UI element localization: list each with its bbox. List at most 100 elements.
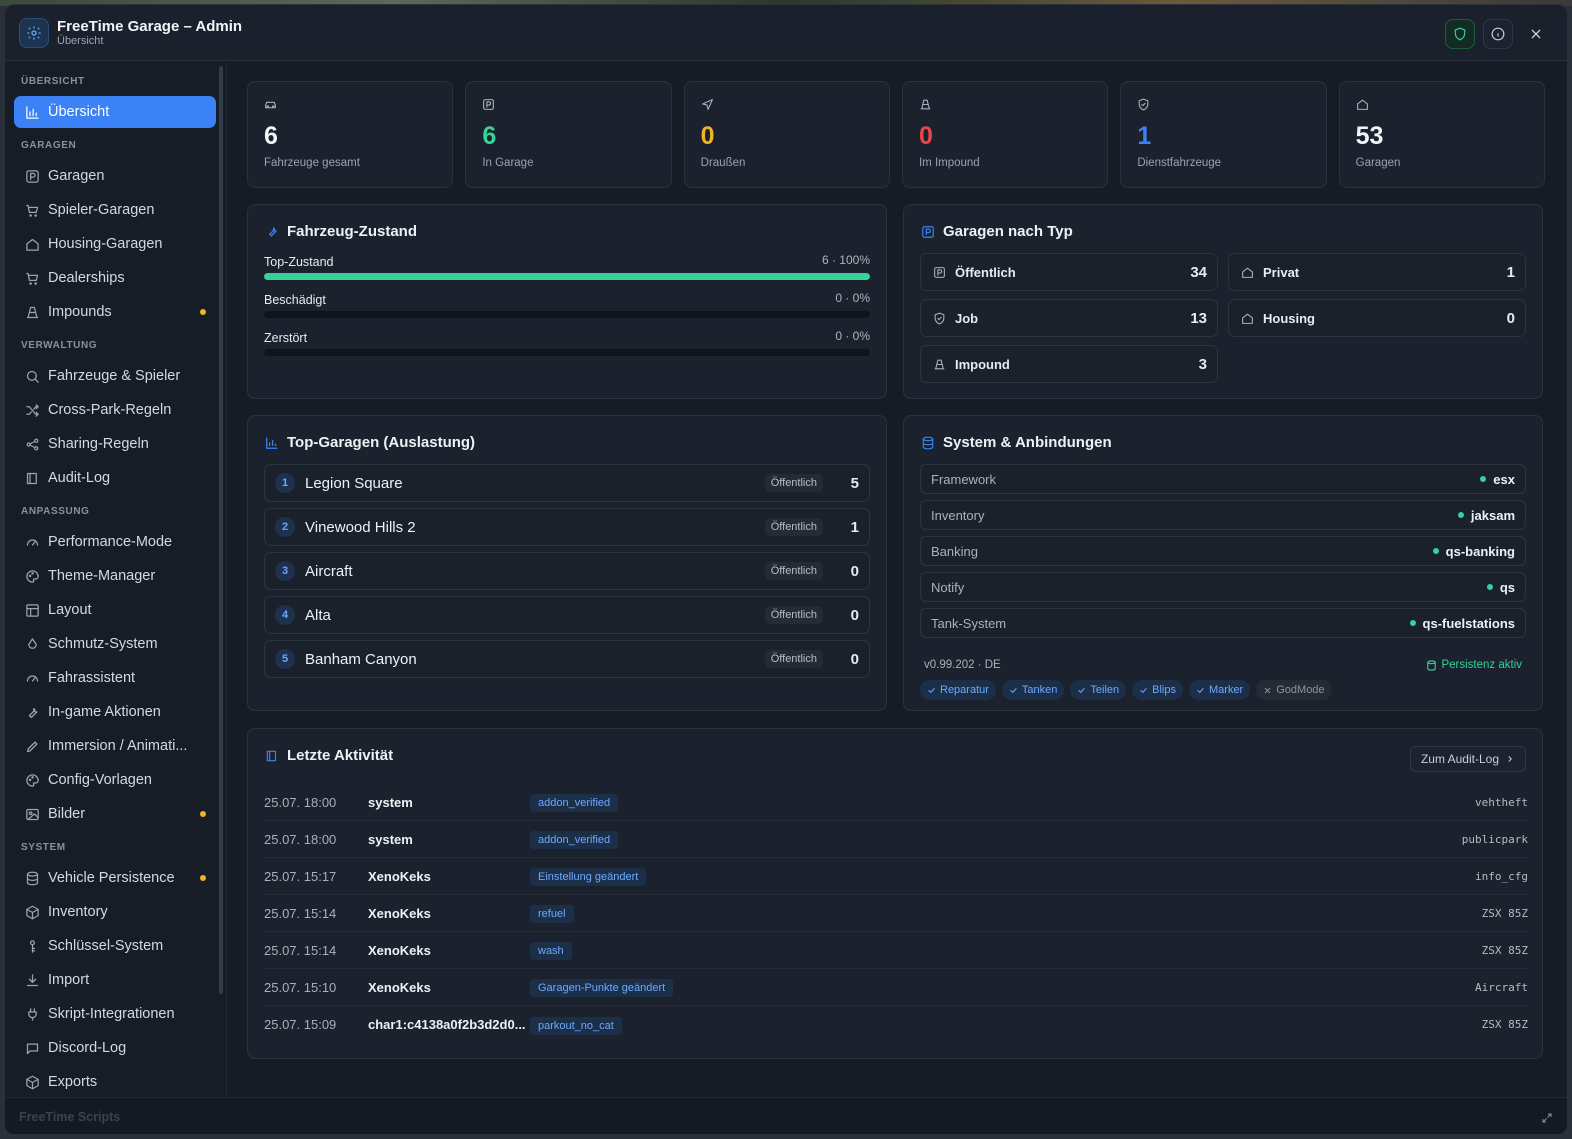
top-garage-row[interactable]: 4 Alta Öffentlich 0 [264, 596, 870, 634]
sidebar-item-import[interactable]: Import [14, 964, 216, 996]
close-button[interactable] [1521, 19, 1551, 49]
gear-icon [19, 17, 49, 48]
activity-time: 25.07. 15:10 [264, 979, 337, 995]
garage-name: Aircraft [305, 562, 353, 580]
sidebar-item-cross-park-regeln[interactable]: Cross-Park-Regeln [14, 394, 216, 426]
gauge-icon [26, 674, 38, 682]
activity-time: 25.07. 18:00 [264, 831, 337, 847]
sidebar-item-schmutz-system[interactable]: Schmutz-System [14, 628, 216, 660]
bar-chart-icon [264, 435, 280, 451]
garage-type-öffentlich[interactable]: Öffentlich 34 [920, 253, 1218, 291]
garage-name: Alta [305, 606, 331, 624]
sidebar-item-theme-manager[interactable]: Theme-Manager [14, 560, 216, 592]
sidebar-item-label: Theme-Manager [48, 568, 156, 584]
system-row-label: Banking [931, 543, 978, 559]
database-icon [26, 871, 38, 885]
condition-row: Zerstört 0 · 0% [264, 329, 870, 356]
check-icon [928, 687, 935, 693]
stat-card: 53 Garagen [1338, 81, 1545, 188]
activity-target: ZSX 85Z [1481, 906, 1528, 920]
status-dot [1432, 548, 1439, 554]
sidebar-item-skript-integrationen[interactable]: Skript-Integrationen [14, 998, 216, 1030]
sidebar-item-config-vorlagen[interactable]: Config-Vorlagen [14, 764, 216, 796]
stat-label: Draußen [700, 157, 746, 169]
sidebar-item-schlüssel-system[interactable]: Schlüssel-System [14, 930, 216, 962]
stat-value: 0 [918, 122, 933, 150]
parking-icon [25, 169, 39, 183]
shield-button[interactable] [1445, 19, 1475, 49]
top-garage-row[interactable]: 1 Legion Square Öffentlich 5 [264, 464, 870, 502]
sidebar-item-bilder[interactable]: Bilder [14, 798, 216, 830]
sidebar-item-label: Vehicle Persistence [48, 870, 175, 886]
sidebar-item-sharing-regeln[interactable]: Sharing-Regeln [14, 428, 216, 460]
feature-chip-label: Reparatur [940, 684, 989, 696]
feature-chip: Teilen [1070, 680, 1127, 700]
garage-type-job[interactable]: Job 13 [920, 299, 1218, 337]
garage-count: 0 [850, 650, 859, 668]
sidebar-item-audit-log[interactable]: Audit-Log [14, 462, 216, 494]
garage-type-impound[interactable]: Impound 3 [920, 345, 1218, 383]
activity-user: XenoKeks [368, 868, 431, 884]
log-icon [26, 472, 37, 484]
sidebar-item-exports[interactable]: Exports [14, 1066, 216, 1097]
activity-row: 25.07. 15:09 char1:c4138a0f2b3d2d0... park… [264, 1006, 1528, 1043]
garage-count: 0 [850, 606, 859, 624]
top-garage-row[interactable]: 2 Vinewood Hills 2 Öffentlich 1 [264, 508, 870, 546]
sidebar-item-in-game-aktionen[interactable]: In-game Aktionen [14, 696, 216, 728]
sidebar-item-housing-garagen[interactable]: Housing-Garagen [14, 228, 216, 260]
activity-row: 25.07. 18:00 system addon_verified publicpa… [264, 821, 1528, 858]
sidebar-item-vehicle-persistence[interactable]: Vehicle Persistence [14, 862, 216, 894]
footer-brand: FreeTime Scripts [19, 1110, 121, 1124]
version-label: v0.99.202 · DE [924, 659, 1001, 671]
sidebar-item-übersicht[interactable]: Übersicht [14, 96, 216, 128]
activity-row: 25.07. 15:17 XenoKeks Einstellung geändert… [264, 858, 1528, 895]
garage-count: 5 [850, 474, 859, 492]
system-row-label: Framework [931, 471, 997, 487]
activity-action-badge: addon_verified [530, 794, 619, 812]
feature-chip-label: GodMode [1276, 684, 1325, 696]
garage-type-housing[interactable]: Housing 0 [1228, 299, 1526, 337]
sidebar-item-impounds[interactable]: Impounds [14, 296, 216, 328]
sidebar-item-discord-log[interactable]: Discord-Log [14, 1032, 216, 1064]
sidebar-item-fahrzeuge-spieler[interactable]: Fahrzeuge & Spieler [14, 360, 216, 392]
stat-value: 1 [1137, 122, 1152, 150]
condition-row: Top-Zustand 6 · 100% [264, 253, 870, 280]
sidebar-section-title: GARAGEN [21, 140, 77, 151]
cart-icon [25, 204, 38, 217]
stat-label: Dienstfahrzeuge [1137, 157, 1222, 169]
sidebar-item-performance-mode[interactable]: Performance-Mode [14, 526, 216, 558]
sidebar-item-dealerships[interactable]: Dealerships [14, 262, 216, 294]
stat-value: 0 [700, 122, 715, 150]
resize-handle[interactable] [1541, 1111, 1553, 1129]
system-panel: System & Anbindungen Framework esx Invento… [903, 415, 1543, 711]
sidebar-item-inventory[interactable]: Inventory [14, 896, 216, 928]
activity-action-badge: parkout_no_cat [530, 1016, 622, 1035]
top-garage-row[interactable]: 5 Banham Canyon Öffentlich 0 [264, 640, 870, 678]
sidebar-item-garagen[interactable]: Garagen [14, 160, 216, 192]
garage-type-privat[interactable]: Privat 1 [1228, 253, 1526, 291]
sidebar-item-layout[interactable]: Layout [14, 594, 216, 626]
sidebar-item-immersion-animati[interactable]: Immersion / Animati... [14, 730, 216, 762]
admin-window: FreeTime Garage – Admin Übersicht ÜBERSI… [4, 4, 1568, 1135]
sidebar-item-spieler-garagen[interactable]: Spieler-Garagen [14, 194, 216, 226]
sidebar-scrollbar[interactable] [219, 66, 223, 994]
activity-target: ZSX 85Z [1481, 1018, 1528, 1031]
sidebar-item-fahrassistent[interactable]: Fahrassistent [14, 662, 216, 694]
system-row-value: qs-fuelstations [1422, 615, 1515, 631]
info-button[interactable] [1483, 19, 1513, 49]
feature-chip-label: Teilen [1090, 684, 1120, 696]
activity-target: Aircraft [1475, 980, 1528, 994]
database-icon [1427, 659, 1437, 671]
system-row-value: qs [1499, 579, 1515, 595]
audit-log-button[interactable]: Zum Audit-Log [1409, 746, 1526, 772]
notification-dot [200, 811, 206, 817]
palette-icon [25, 773, 39, 787]
top-garage-row[interactable]: 3 Aircraft Öffentlich 0 [264, 552, 870, 590]
sidebar-item-label: Sharing-Regeln [48, 436, 149, 452]
activity-row: 25.07. 15:10 XenoKeks Garagen-Punkte geänd… [264, 969, 1528, 1006]
main-content: 6 Fahrzeuge gesamt 6 In Garage 0 Draußen 0 Im I… [247, 81, 1545, 188]
parking-icon [920, 224, 936, 240]
box-icon [25, 1075, 39, 1089]
persistence-status: Persistenz aktiv [1426, 659, 1522, 671]
notification-dot [200, 875, 206, 881]
